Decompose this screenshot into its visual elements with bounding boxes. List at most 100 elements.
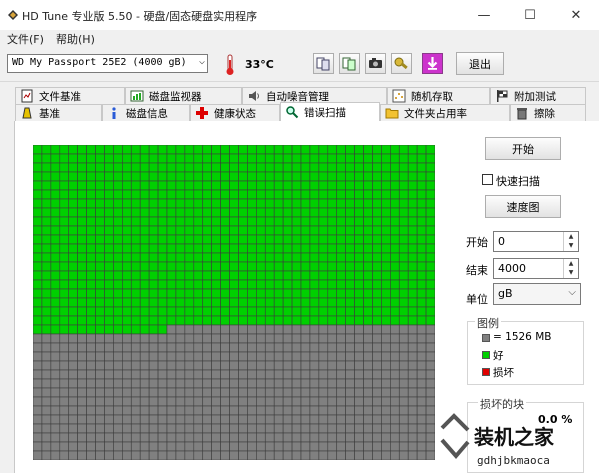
block-unscanned [363,432,373,443]
tab-error-scan[interactable]: 错误扫描 [280,102,380,121]
block-unscanned [175,432,186,443]
block-good [50,198,61,209]
block-good [130,288,141,299]
tab-disk-info[interactable]: 磁盘信息 [102,104,190,121]
tab-random-access[interactable]: 随机存取 [387,87,490,104]
block-good [229,297,239,308]
minimize-button[interactable]: — [461,0,507,30]
block-unscanned [416,405,427,416]
block-unscanned [220,396,230,407]
block-unscanned [336,432,346,443]
quick-scan-checkbox[interactable] [482,174,493,185]
block-good [184,297,195,308]
block-unscanned [59,351,70,362]
block-unscanned [157,351,168,362]
block-good [327,243,338,254]
speed-map-button[interactable]: 速度图 [485,195,561,218]
block-good [229,207,239,218]
end-input[interactable]: 4000 ▲ ▼ [493,258,579,279]
block-unscanned [264,324,275,335]
close-button[interactable]: ✕ [553,0,599,30]
block-good [184,207,195,218]
maximize-button[interactable]: ☐ [507,0,553,30]
copy-text-button[interactable] [339,53,360,74]
tab-disk-monitor[interactable]: 磁盘监视器 [125,87,242,104]
block-unscanned [113,342,123,353]
block-unscanned [220,378,230,389]
unit-select[interactable]: gB ⌵ [493,283,581,305]
spin-down-icon[interactable]: ▼ [564,241,578,250]
copy-info-button[interactable] [313,53,334,74]
spin-up-icon[interactable]: ▲ [564,259,578,268]
block-good [354,297,364,308]
watermark-url: gdhjbkmaoca [477,454,550,467]
block-unscanned [211,450,221,460]
block-good [86,153,96,164]
block-good [291,252,302,263]
block-good [336,243,346,254]
block-unscanned [77,387,87,398]
block-unscanned [113,405,123,416]
block-unscanned [381,351,391,362]
screenshot-button[interactable] [365,53,386,74]
block-unscanned [59,405,70,416]
drive-select[interactable]: WD My Passport 25E2 (4000 gB) ⌵ [7,54,208,73]
block-good [398,180,409,191]
start-scan-button[interactable]: 开始 [485,137,561,160]
block-unscanned [139,414,150,425]
block-unscanned [202,441,212,452]
block-good [309,288,320,299]
block-unscanned [184,432,195,443]
block-unscanned [238,351,248,362]
block-unscanned [273,342,284,353]
tab-extra-tests[interactable]: 附加测试 [490,87,586,104]
block-good [166,180,177,191]
block-unscanned [77,369,87,380]
block-good [381,145,391,155]
block-unscanned [68,360,78,371]
block-unscanned [229,450,239,460]
block-good [363,145,373,155]
block-good [282,225,293,236]
start-spinner[interactable]: ▲ ▼ [563,232,578,251]
block-good [157,234,168,245]
block-good [104,261,114,272]
block-good [229,189,239,200]
block-good [282,270,293,281]
block-unscanned [41,414,52,425]
block-good [166,225,177,236]
block-good [416,261,427,272]
menu-file[interactable]: 文件(F) [7,31,44,47]
block-good [229,279,239,290]
block-good [327,207,338,218]
block-good [33,225,43,236]
block-good [300,145,311,155]
block-unscanned [238,360,248,371]
save-button[interactable] [422,53,443,74]
tab-health[interactable]: 健康状态 [190,104,280,121]
tab-folder-usage[interactable]: 文件夹占用率 [380,104,510,121]
block-good [77,297,87,308]
block-good [202,171,212,182]
end-spinner[interactable]: ▲ ▼ [563,259,578,278]
block-good [50,180,61,191]
block-unscanned [77,396,87,407]
block-good [363,180,373,191]
tab-erase[interactable]: 擦除 [510,104,586,121]
block-unscanned [336,369,346,380]
block-unscanned [86,396,96,407]
block-unscanned [59,450,70,460]
block-unscanned [345,387,355,398]
block-good [273,270,284,281]
spin-up-icon[interactable]: ▲ [564,232,578,241]
spin-down-icon[interactable]: ▼ [564,268,578,277]
start-input[interactable]: 0 ▲ ▼ [493,231,579,252]
tab-file-benchmark[interactable]: 文件基准 [15,87,125,104]
block-unscanned [309,369,320,380]
menu-help[interactable]: 帮助(H) [56,31,95,47]
tab-benchmark[interactable]: 基准 [15,104,102,121]
exit-button[interactable]: 退出 [456,52,504,75]
block-good [416,297,427,308]
options-button[interactable] [391,53,412,74]
block-good [416,180,427,191]
